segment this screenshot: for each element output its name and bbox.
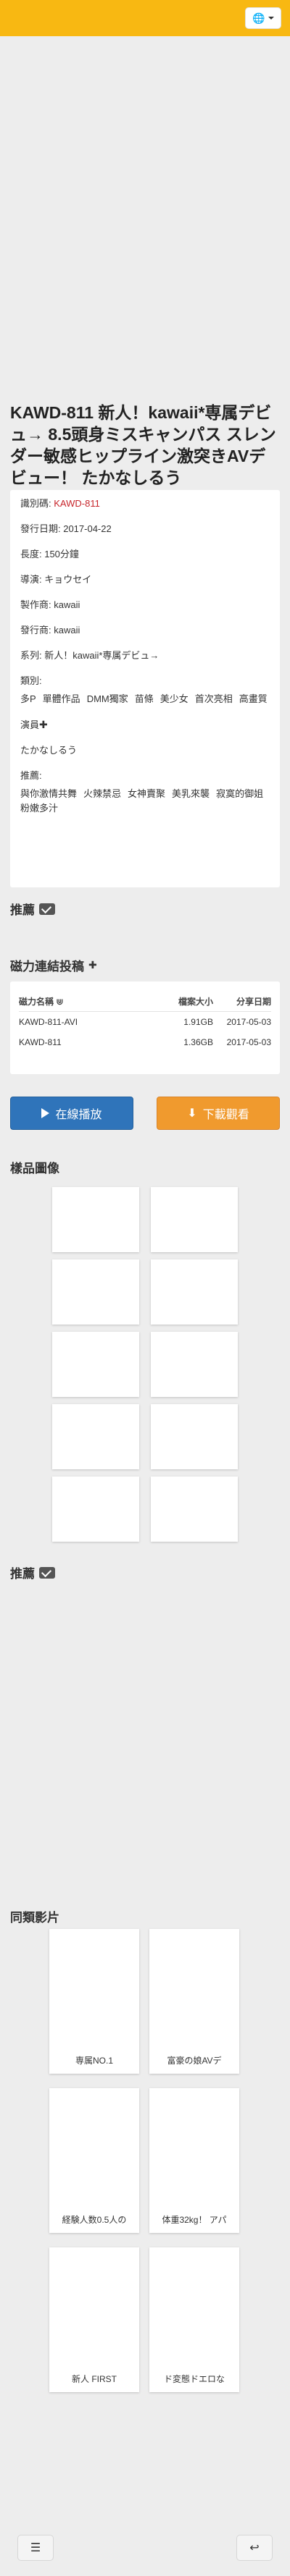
series-link[interactable]: 系列: 新人！kawaii*専属デビュ→ [20,651,270,661]
id-row: 識別碼: KAWD-811 [20,498,100,509]
sample-thumbnail[interactable] [151,1404,238,1469]
genre-tag[interactable]: DMM獨家 [87,694,128,704]
similar-movie-card[interactable]: 新人 FIRST [49,2247,139,2392]
recommend-tag[interactable]: 粉嫩多汁 [20,803,58,814]
similar-movie-title[interactable]: 経験人数0.5人の [49,2207,139,2233]
movie-info-panel: 識別碼: KAWD-811 發行日期: 2017-04-22 長度: 150分鐘… [10,490,280,887]
download-button[interactable]: ⬇ 下載觀看 [157,1097,280,1130]
magnet-row[interactable]: KAWD-811 1.36GB 2017-05-03 [19,1032,271,1052]
movie-id: KAWD-811 [54,498,100,509]
magnet-table-header: 磁力名稱 ⋓ 檔案大小 分享日期 [19,992,271,1012]
menu-button[interactable]: ☰ [17,2535,54,2561]
similar-movie-title[interactable]: 富豪の娘AVデ [149,2048,239,2074]
play-icon [41,1108,50,1118]
menu-icon: ☰ [30,2542,41,2554]
sample-thumbnail[interactable] [52,1404,139,1469]
envelope-icon[interactable] [39,903,55,915]
play-online-button[interactable]: 在線播放 [10,1097,133,1130]
genre-tags: 多P 單體作品 DMM獨家 苗條 美少女 首次亮相 高畫質 [20,694,270,704]
envelope-icon[interactable] [39,1566,55,1579]
magnet-heading: 磁力連結投稿 ✚ [10,959,97,974]
recommend-tag[interactable]: 美乳來襲 [172,789,210,799]
top-navbar: 🌐 [0,0,290,36]
sample-thumbnail[interactable] [52,1332,139,1397]
genre-tag[interactable]: 首次亮相 [195,694,233,704]
samples-heading: 樣品圖像 [10,1162,59,1175]
genre-tag[interactable]: 美少女 [160,694,188,704]
recommend-tags: 與你激情共舞 火辣禁忌 女神賣聚 美乳來襲 寂寞的御姐 粉嫩多汁 [20,789,270,814]
sample-thumbnail[interactable] [52,1187,139,1252]
similar-movie-title[interactable]: 新人 FIRST [49,2366,139,2392]
similar-movie-card[interactable]: ド変態ドエロな [149,2247,239,2392]
length: 長度: 150分鐘 [20,549,79,559]
similar-movie-card[interactable]: 富豪の娘AVデ [149,1929,239,2074]
sample-thumbnail[interactable] [52,1477,139,1542]
recommend-tag[interactable]: 寂寞的御姐 [216,789,263,799]
back-icon: ↩ [249,2542,260,2554]
genre-tag[interactable]: 單體作品 [43,694,80,704]
download-icon: ⬇ [187,1107,197,1120]
recommend-tag[interactable]: 火辣禁忌 [83,789,121,799]
publisher-link[interactable]: 發行商: kawaii [20,625,270,635]
chevron-down-icon [268,17,274,20]
recommend-tag[interactable]: 與你激情共舞 [20,789,77,799]
magnet-row[interactable]: KAWD-811-AVI 1.91GB 2017-05-03 [19,1012,271,1032]
similar-movie-title[interactable]: 専属NO.1 [49,2048,139,2074]
genre-tag[interactable]: 高畫質 [239,694,268,704]
recommend-tag[interactable]: 女神賣聚 [128,789,165,799]
similar-movie-card[interactable]: 専属NO.1 [49,1929,139,2074]
recommend-heading: 推薦 [10,900,55,918]
magnet-table: 磁力名稱 ⋓ 檔案大小 分享日期 KAWD-811-AVI 1.91GB 201… [10,981,280,1074]
sample-thumbnail[interactable] [151,1332,238,1397]
back-button[interactable]: ↩ [236,2535,273,2561]
similar-movie-title[interactable]: ド変態ドエロな [149,2366,239,2392]
genre-tag[interactable]: 多P [20,694,36,704]
plus-icon[interactable]: ✚ [88,959,97,971]
similar-movie-card[interactable]: 体重32kg！ アパ [149,2088,239,2233]
language-dropdown[interactable]: 🌐 [245,7,281,29]
recommend-heading-2: 推薦 [10,1563,55,1582]
magnet-icon: ⋓ [56,997,64,1007]
release-date: 發行日期: 2017-04-22 [20,523,112,534]
similar-heading: 同類影片 [10,1911,59,1925]
sample-thumbnail[interactable] [151,1477,238,1542]
director-link[interactable]: 導演: キョウセイ [20,575,270,585]
recommend-label: 推薦: [20,770,42,781]
maker-link[interactable]: 製作商: kawaii [20,600,270,610]
actor-label: 演員✚ [20,719,48,730]
sample-thumbnail[interactable] [151,1259,238,1325]
similar-movie-card[interactable]: 経験人数0.5人の [49,2088,139,2233]
movie-title: KAWD-811 新人！kawaii*専属デビュ→ 8.5頭身ミスキャンパス ス… [10,403,276,487]
genre-label: 類別: [20,675,42,686]
sample-thumbnail[interactable] [52,1259,139,1325]
globe-icon: 🌐 [252,12,265,24]
plus-icon[interactable]: ✚ [39,719,48,730]
genre-tag[interactable]: 苗條 [135,694,154,704]
similar-movie-title[interactable]: 体重32kg！ アパ [149,2207,239,2233]
sample-thumbnail[interactable] [151,1187,238,1252]
actor-link[interactable]: たかなしるう [20,746,270,756]
